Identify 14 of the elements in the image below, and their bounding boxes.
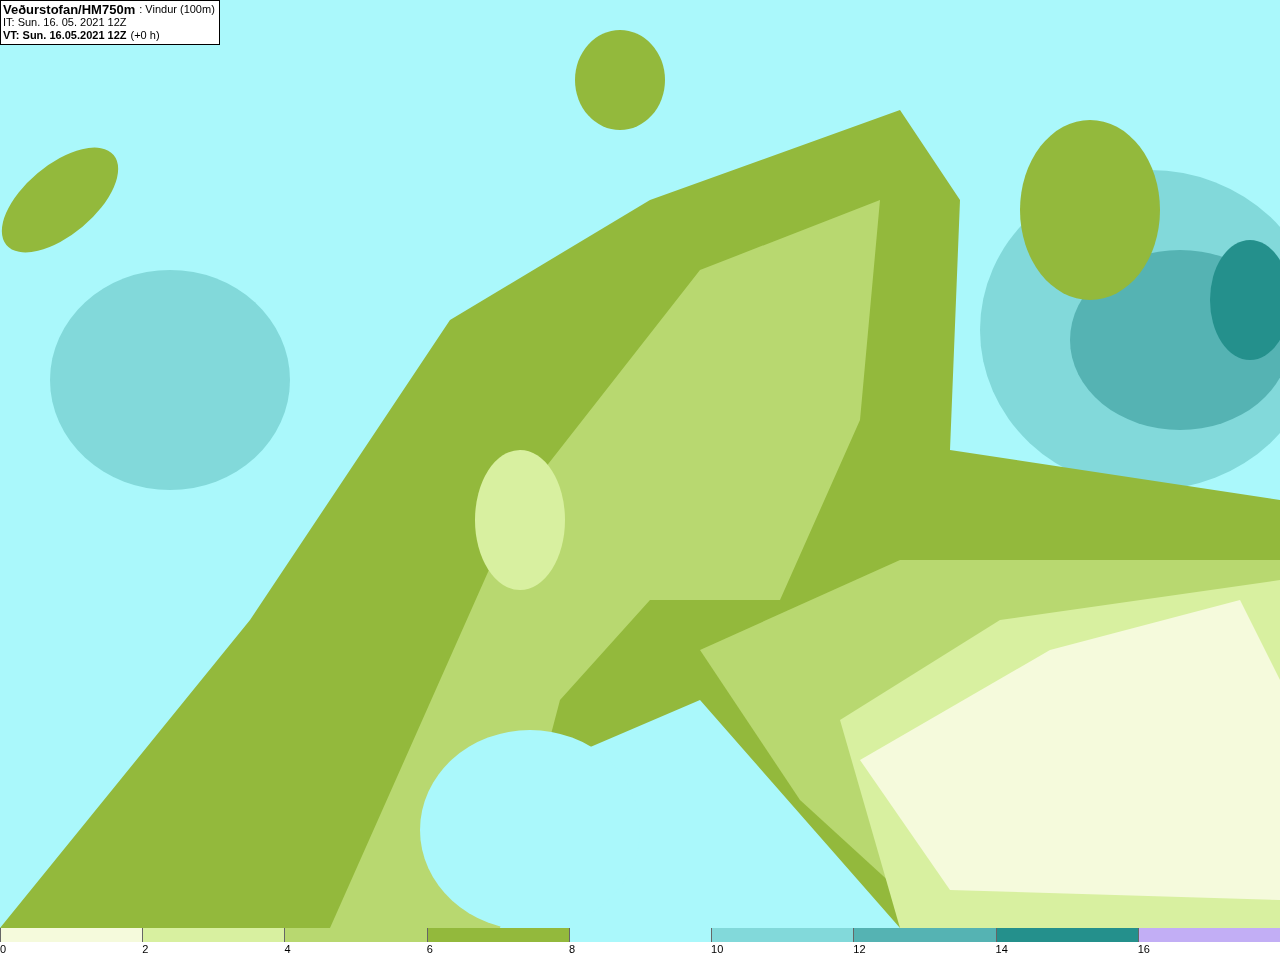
legend-label: 4 xyxy=(284,942,291,956)
legend-label: 0 xyxy=(0,942,7,956)
legend-label: 12 xyxy=(853,942,866,956)
legend-label: 10 xyxy=(711,942,724,956)
legend-label: 16 xyxy=(1137,942,1150,956)
valid-time: VT: Sun. 16.05.2021 12Z xyxy=(3,29,127,42)
issue-time: IT: Sun. 16. 05. 2021 12Z xyxy=(3,16,127,29)
forecast-offset: (+0 h) xyxy=(130,29,160,42)
model-name: Veðurstofan/HM750m xyxy=(3,3,136,16)
legend-label: 14 xyxy=(995,942,1008,956)
legend-label: 2 xyxy=(142,942,149,956)
legend-label: 6 xyxy=(426,942,433,956)
field-name: : Vindur (100m) xyxy=(139,3,215,16)
legend-label: 8 xyxy=(568,942,575,956)
